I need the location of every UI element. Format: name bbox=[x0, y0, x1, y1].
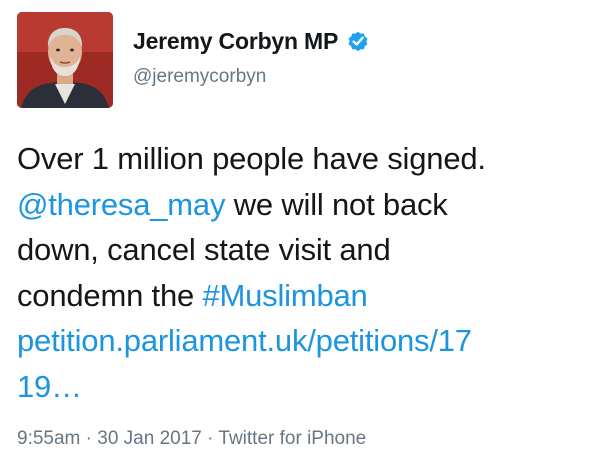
mention-link[interactable]: @theresa_may bbox=[17, 187, 225, 222]
tweet-line: 19… bbox=[17, 364, 587, 410]
petition-url-link[interactable]: petition.parliament.uk/petitions/17 bbox=[17, 323, 472, 358]
tweet-meta: 9:55am · 30 Jan 2017 · Twitter for iPhon… bbox=[17, 428, 366, 450]
petition-url-link-continued[interactable]: 19… bbox=[17, 369, 82, 404]
hashtag-link[interactable]: #Muslimban bbox=[202, 278, 367, 313]
meta-separator: · bbox=[80, 428, 98, 449]
tweet-line: @theresa_may we will not back bbox=[17, 182, 587, 228]
tweet-line: condemn the #Muslimban bbox=[17, 273, 587, 319]
tweet-line: Over 1 million people have signed. bbox=[17, 136, 587, 182]
meta-separator: · bbox=[201, 428, 219, 449]
avatar[interactable] bbox=[17, 12, 113, 108]
tweet-card: Jeremy Corbyn MP @jeremycorbyn Over 1 mi… bbox=[0, 0, 590, 472]
user-handle[interactable]: @jeremycorbyn bbox=[133, 66, 266, 88]
tweet-text: Over 1 million people have signed. @ther… bbox=[17, 136, 587, 409]
tweet-line: petition.parliament.uk/petitions/17 bbox=[17, 318, 587, 364]
tweet-text-segment: Over 1 million people have signed. bbox=[17, 141, 486, 176]
profile-photo bbox=[17, 12, 113, 108]
tweet-source: Twitter for iPhone bbox=[218, 428, 367, 449]
verified-badge-icon bbox=[346, 29, 370, 53]
tweet-date[interactable]: 30 Jan 2017 bbox=[97, 428, 202, 449]
tweet-text-segment: condemn the bbox=[17, 277, 203, 313]
tweet-time[interactable]: 9:55am bbox=[17, 428, 80, 449]
user-name-row: Jeremy Corbyn MP bbox=[133, 26, 370, 56]
tweet-line: down, cancel state visit and bbox=[17, 227, 587, 273]
tweet-text-segment: we will not back bbox=[225, 186, 448, 222]
display-name[interactable]: Jeremy Corbyn MP bbox=[133, 28, 338, 55]
tweet-text-segment: down, cancel state visit and bbox=[17, 232, 391, 267]
